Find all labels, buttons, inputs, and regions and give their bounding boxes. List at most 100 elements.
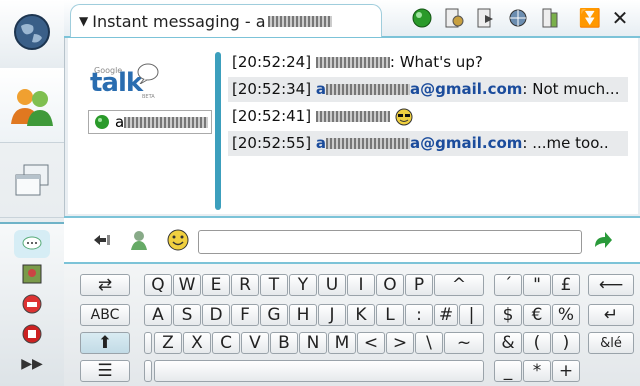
keyboard-menu-key[interactable]: ☰ (80, 360, 130, 382)
key-caret[interactable]: ^ (434, 274, 484, 296)
key-k[interactable]: K (347, 304, 375, 326)
chat-panel: Google talk BETA a [20:52:24] : What's u… (68, 38, 638, 214)
key-colon[interactable]: : (405, 304, 433, 326)
key-a[interactable]: A (144, 304, 172, 326)
key-g[interactable]: G (260, 304, 288, 326)
status-online-icon (95, 115, 109, 129)
message-time: [20:52:55] (232, 134, 312, 152)
key-b[interactable]: B (270, 332, 298, 354)
space-key[interactable] (154, 360, 484, 382)
media-app-item[interactable] (14, 260, 50, 288)
key-euro[interactable]: € (523, 304, 551, 326)
key-acute[interactable]: ´ (494, 274, 522, 296)
key-p[interactable]: P (405, 274, 433, 296)
message-row: [20:52:34] a a@gmail.com: Not much... (228, 77, 628, 102)
shift-key[interactable]: ⬆ (80, 332, 130, 354)
speech-bubble-icon (137, 63, 159, 84)
smiley-button[interactable] (166, 228, 190, 252)
status-online-icon (412, 8, 432, 28)
message-text: Not much... (532, 80, 620, 98)
key-o[interactable]: O (376, 274, 404, 296)
key-q[interactable]: Q (144, 274, 172, 296)
key-right-paren[interactable]: ) (552, 332, 580, 354)
send-file-button[interactable] (474, 6, 498, 30)
key-v[interactable]: V (241, 332, 269, 354)
chevron-down-icon: ▼ (79, 14, 89, 28)
key-e[interactable]: E (202, 274, 230, 296)
key-n[interactable]: N (299, 332, 327, 354)
enter-key[interactable]: ↵ (588, 304, 634, 326)
message-input[interactable] (198, 230, 582, 254)
close-button[interactable]: ✕ (608, 6, 632, 30)
more-apps-button[interactable]: ▶▶ (14, 350, 50, 378)
key-j[interactable]: J (318, 304, 346, 326)
key-quote[interactable]: " (523, 274, 551, 296)
key-underscore[interactable]: _ (494, 360, 522, 382)
key-u[interactable]: U (318, 274, 346, 296)
key-left-paren[interactable]: ( (523, 332, 551, 354)
settings-button[interactable] (442, 6, 466, 30)
user-add-icon (131, 231, 147, 250)
key-pound[interactable]: £ (552, 274, 580, 296)
tab-key[interactable]: ⇄ (80, 274, 130, 296)
chat-app-item[interactable] (14, 230, 50, 258)
globe-connection-icon (509, 9, 527, 27)
connection-button[interactable] (506, 6, 530, 30)
key-backslash[interactable]: \ (415, 332, 443, 354)
send-button[interactable] (590, 228, 614, 252)
key-c[interactable]: C (212, 332, 240, 354)
redacted-text (124, 116, 209, 128)
redacted-text (267, 15, 332, 27)
backspace-key[interactable]: ⟵ (588, 274, 634, 296)
key-l[interactable]: L (376, 304, 404, 326)
mail-app-item[interactable] (14, 320, 50, 348)
chat-scrollbar[interactable] (215, 52, 221, 210)
key-ampersand[interactable]: & (494, 332, 522, 354)
add-contact-button[interactable] (128, 228, 152, 252)
sunglasses-smiley-icon (395, 108, 413, 125)
task-switcher-button[interactable] (0, 143, 64, 218)
minimize-button[interactable]: ⏬ (578, 6, 602, 30)
abc-key[interactable]: ABC (80, 304, 130, 326)
details-button[interactable] (538, 6, 562, 30)
sender-name: a a@gmail.com (315, 134, 523, 152)
key-pipe[interactable]: | (459, 304, 484, 326)
back-arrow-icon (94, 235, 110, 245)
key-greater-than[interactable]: > (386, 332, 414, 354)
double-arrow-icon: ▶▶ (21, 356, 43, 372)
key-w[interactable]: W (173, 274, 201, 296)
logo-big-text: talk (90, 68, 143, 98)
redacted-sender (315, 111, 390, 122)
application-menu-button[interactable] (0, 0, 64, 69)
key-t[interactable]: T (260, 274, 288, 296)
buddy-entry[interactable]: a (88, 110, 212, 134)
presence-status-button[interactable] (410, 6, 434, 30)
window-title: Instant messaging - a (92, 11, 266, 31)
special-chars-key[interactable]: &lé (588, 332, 634, 354)
key-x[interactable]: X (183, 332, 211, 354)
window-title-tab[interactable]: ▼ Instant messaging - a (70, 4, 382, 37)
key-hash[interactable]: # (434, 304, 458, 326)
mail-icon (22, 324, 42, 344)
key-f[interactable]: F (231, 304, 259, 326)
key-z[interactable]: Z (154, 332, 182, 354)
key-r[interactable]: R (231, 274, 259, 296)
menu-icon: ☰ (97, 361, 113, 381)
virtual-keyboard: ⇄ ABC ⬆ ☰ Q W E R T Y U I O P ^ A S D F … (64, 262, 640, 386)
key-dollar[interactable]: $ (494, 304, 522, 326)
key-h[interactable]: H (289, 304, 317, 326)
back-button[interactable] (90, 228, 114, 252)
key-s[interactable]: S (173, 304, 201, 326)
key-percent[interactable]: % (552, 304, 580, 326)
contacts-button[interactable] (0, 68, 64, 143)
key-less-than[interactable]: < (357, 332, 385, 354)
key-asterisk[interactable]: * (523, 360, 551, 382)
key-tilde[interactable]: ~ (444, 332, 484, 354)
speech-bubble-icon (22, 236, 42, 250)
key-plus[interactable]: + (552, 360, 580, 382)
key-d[interactable]: D (202, 304, 230, 326)
key-y[interactable]: Y (289, 274, 317, 296)
key-i[interactable]: I (347, 274, 375, 296)
key-m[interactable]: M (328, 332, 356, 354)
cart-app-item[interactable] (14, 290, 50, 318)
